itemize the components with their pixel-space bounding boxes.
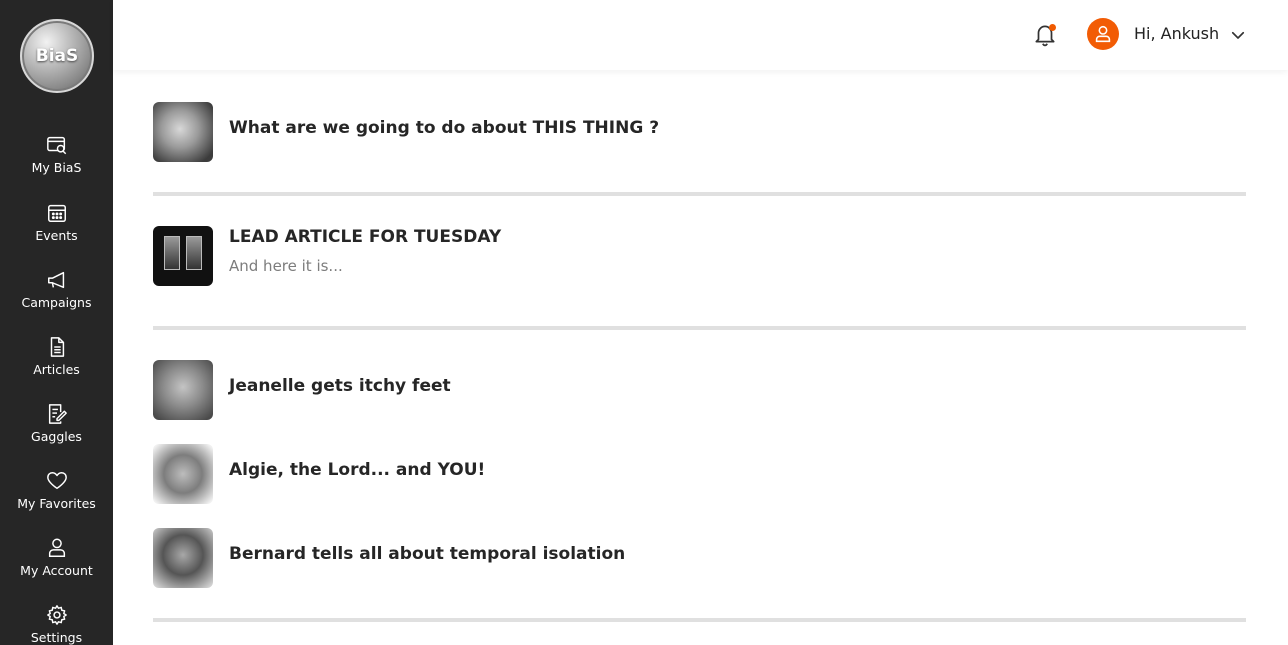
divider [153,192,1246,196]
calendar-icon [47,204,66,222]
article-title: What are we going to do about THIS THING… [229,118,660,138]
sidebar-item-label: Articles [33,362,80,377]
user-icon [1095,25,1111,43]
avatar[interactable] [1087,18,1119,50]
browser-search-icon [46,136,66,155]
edit-document-icon [48,404,67,424]
notification-dot [1049,24,1056,31]
sidebar-item-events[interactable]: Events [0,202,113,258]
article-item[interactable]: Jeanelle gets itchy feet [153,360,1246,420]
sidebar-item-label: My Favorites [17,496,96,511]
sidebar: BiaS My BiaS Events Campaigns Articles G… [0,0,113,645]
notifications-button[interactable] [1032,21,1058,47]
article-item[interactable]: Algie, the Lord... and YOU! [153,444,1246,504]
sidebar-item-label: My Account [20,563,93,578]
bias-logo[interactable]: BiaS [20,19,94,93]
article-thumbnail [153,444,213,504]
article-thumbnail [153,528,213,588]
sidebar-item-my-bias[interactable]: My BiaS [0,134,113,190]
divider [153,326,1246,330]
article-thumbnail [153,360,213,420]
logo-text: BiaS [35,46,79,66]
heart-icon [46,472,67,490]
sidebar-item-gaggles[interactable]: Gaggles [0,403,113,459]
article-title: Algie, the Lord... and YOU! [229,460,486,480]
top-bar: Hi, Ankush [113,0,1288,70]
sidebar-item-label: Gaggles [31,429,82,444]
article-title: Jeanelle gets itchy feet [229,376,451,396]
article-item[interactable]: What are we going to do about THIS THING… [153,102,1246,162]
divider [153,618,1246,622]
sidebar-item-campaigns[interactable]: Campaigns [0,269,113,325]
article-thumbnail [153,226,213,286]
sidebar-item-my-favorites[interactable]: My Favorites [0,470,113,526]
sidebar-item-settings[interactable]: Settings [0,604,113,645]
chevron-down-icon[interactable] [1229,26,1247,44]
sidebar-item-articles[interactable]: Articles [0,336,113,392]
document-icon [50,337,64,357]
sidebar-item-label: Settings [30,630,83,645]
gear-icon [46,605,67,625]
sidebar-item-my-account[interactable]: My Account [0,537,113,593]
article-item[interactable]: Bernard tells all about temporal isolati… [153,528,1246,588]
article-thumbnail [153,102,213,162]
sidebar-item-label: Campaigns [21,295,92,310]
sidebar-item-label: My BiaS [31,160,82,175]
user-greeting[interactable]: Hi, Ankush [1134,24,1219,43]
article-subtitle: And here it is... [229,257,343,275]
megaphone-icon [47,271,64,289]
article-title: LEAD ARTICLE FOR TUESDAY [229,227,502,247]
article-title: Bernard tells all about temporal isolati… [229,544,626,564]
user-icon [48,538,65,557]
article-item[interactable]: LEAD ARTICLE FOR TUESDAY And here it is.… [153,226,1246,286]
sidebar-item-label: Events [35,228,78,243]
